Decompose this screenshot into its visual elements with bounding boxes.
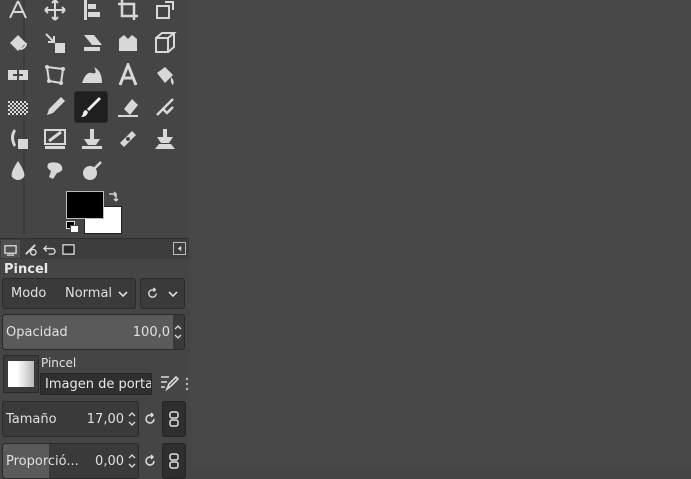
aspect-ratio-slider[interactable]: Proporció... 0,00 <box>2 443 139 479</box>
opacity-value: 100,0 <box>132 325 170 340</box>
chain-link-icon <box>169 411 179 427</box>
size-slider[interactable]: Tamaño 17,00 <box>2 401 139 437</box>
dock-menu-button[interactable] <box>173 242 186 255</box>
size-spinner[interactable] <box>126 402 137 436</box>
clone-tool-icon[interactable] <box>76 124 108 154</box>
chevron-down-icon <box>174 334 181 339</box>
eraser-tool-icon[interactable] <box>112 92 144 122</box>
brush-name: Imagen de portapapeles <box>45 377 151 392</box>
paintbrush-tool-icon[interactable] <box>74 91 108 123</box>
brush-preview-button[interactable] <box>3 355 39 393</box>
chain-link-icon <box>169 453 179 469</box>
flip-tool-icon[interactable] <box>112 28 144 58</box>
chevron-up-icon <box>174 325 181 330</box>
opacity-slider[interactable]: Opacidad 100,0 <box>2 314 185 350</box>
aspect-ratio-value: 0,00 <box>95 454 124 469</box>
brush-name-field[interactable]: Imagen de portapapeles <box>40 373 152 395</box>
pencil-tool-icon[interactable] <box>39 92 71 122</box>
tool-options-panel: Pincel Modo Normal Opacidad 100,0 Pincel… <box>0 259 189 479</box>
chevron-down-icon <box>118 291 128 298</box>
brush-label: Pincel <box>41 356 77 370</box>
mode-dropdown[interactable]: Modo Normal <box>2 278 136 309</box>
mode-value: Normal <box>65 286 113 301</box>
paths-tool-icon[interactable] <box>2 0 34 25</box>
heal-tool-icon[interactable] <box>112 124 144 154</box>
undo-history-icon <box>43 244 56 255</box>
opacity-label: Opacidad <box>6 325 68 340</box>
swap-colors-icon[interactable] <box>106 190 120 204</box>
aspect-reset-icon[interactable] <box>143 454 157 468</box>
size-link-button[interactable] <box>162 401 186 437</box>
cage-transform-tool-icon[interactable] <box>39 60 71 90</box>
tool-options-tab[interactable] <box>1 240 20 258</box>
shear-tool-icon[interactable] <box>76 28 108 58</box>
wave-tool-icon[interactable] <box>76 60 108 90</box>
panel-resize-handle[interactable] <box>185 376 189 392</box>
gradient-tool-icon[interactable] <box>2 92 34 122</box>
undo-history-tab[interactable] <box>40 240 59 258</box>
device-status-tab[interactable] <box>21 240 40 258</box>
image-canvas-area[interactable] <box>189 0 691 470</box>
chevron-down-icon <box>168 291 178 298</box>
size-value: 17,00 <box>86 412 124 427</box>
device-status-icon <box>25 243 37 256</box>
reset-colors-icon[interactable] <box>66 221 80 233</box>
aspect-ratio-label: Proporció... <box>6 454 79 469</box>
chevron-up-icon <box>128 454 135 459</box>
chevron-down-icon <box>128 421 135 426</box>
perspective-tool-icon[interactable] <box>149 28 181 58</box>
unified-transform-tool-icon[interactable] <box>149 0 181 25</box>
dock-tab-bar <box>0 238 189 259</box>
images-tab[interactable] <box>59 240 78 258</box>
bucket-fill-tool-icon[interactable] <box>149 60 181 90</box>
mode-reset-dropdown[interactable] <box>140 278 185 309</box>
perspective-clone-tool-icon[interactable] <box>149 124 181 154</box>
aspect-link-button[interactable] <box>162 443 186 479</box>
dodge-burn-tool-icon[interactable] <box>76 156 108 186</box>
warp-transform-tool-icon[interactable] <box>2 60 34 90</box>
rotate-tool-icon[interactable] <box>2 28 34 58</box>
size-label: Tamaño <box>6 412 57 427</box>
blur-sharpen-tool-icon[interactable] <box>2 156 34 186</box>
aspect-ratio-spinner[interactable] <box>126 444 137 478</box>
size-reset-icon[interactable] <box>143 412 157 426</box>
triangle-left-icon <box>177 245 182 252</box>
move-tool-icon[interactable] <box>39 0 71 25</box>
brush-preview-image <box>8 361 34 387</box>
chevron-down-icon <box>128 463 135 468</box>
images-icon <box>62 243 75 255</box>
edit-brush-icon[interactable] <box>159 372 179 392</box>
align-tool-icon[interactable] <box>76 0 108 25</box>
reset-icon <box>148 287 157 298</box>
mypaint-brush-tool-icon[interactable] <box>39 124 71 154</box>
text-tool-icon[interactable] <box>112 60 144 90</box>
crop-tool-icon[interactable] <box>112 0 144 25</box>
opacity-spinner[interactable] <box>172 315 183 349</box>
panel-title: Pincel <box>4 262 49 277</box>
smudge-tool-icon[interactable] <box>39 156 71 186</box>
mode-label: Modo <box>11 286 47 301</box>
scale-tool-icon[interactable] <box>39 28 71 58</box>
tool-options-icon <box>4 244 17 256</box>
foreground-color-swatch[interactable] <box>66 191 104 219</box>
ink-tool-icon[interactable] <box>2 124 34 154</box>
airbrush-tool-icon[interactable] <box>149 92 181 122</box>
chevron-up-icon <box>128 412 135 417</box>
